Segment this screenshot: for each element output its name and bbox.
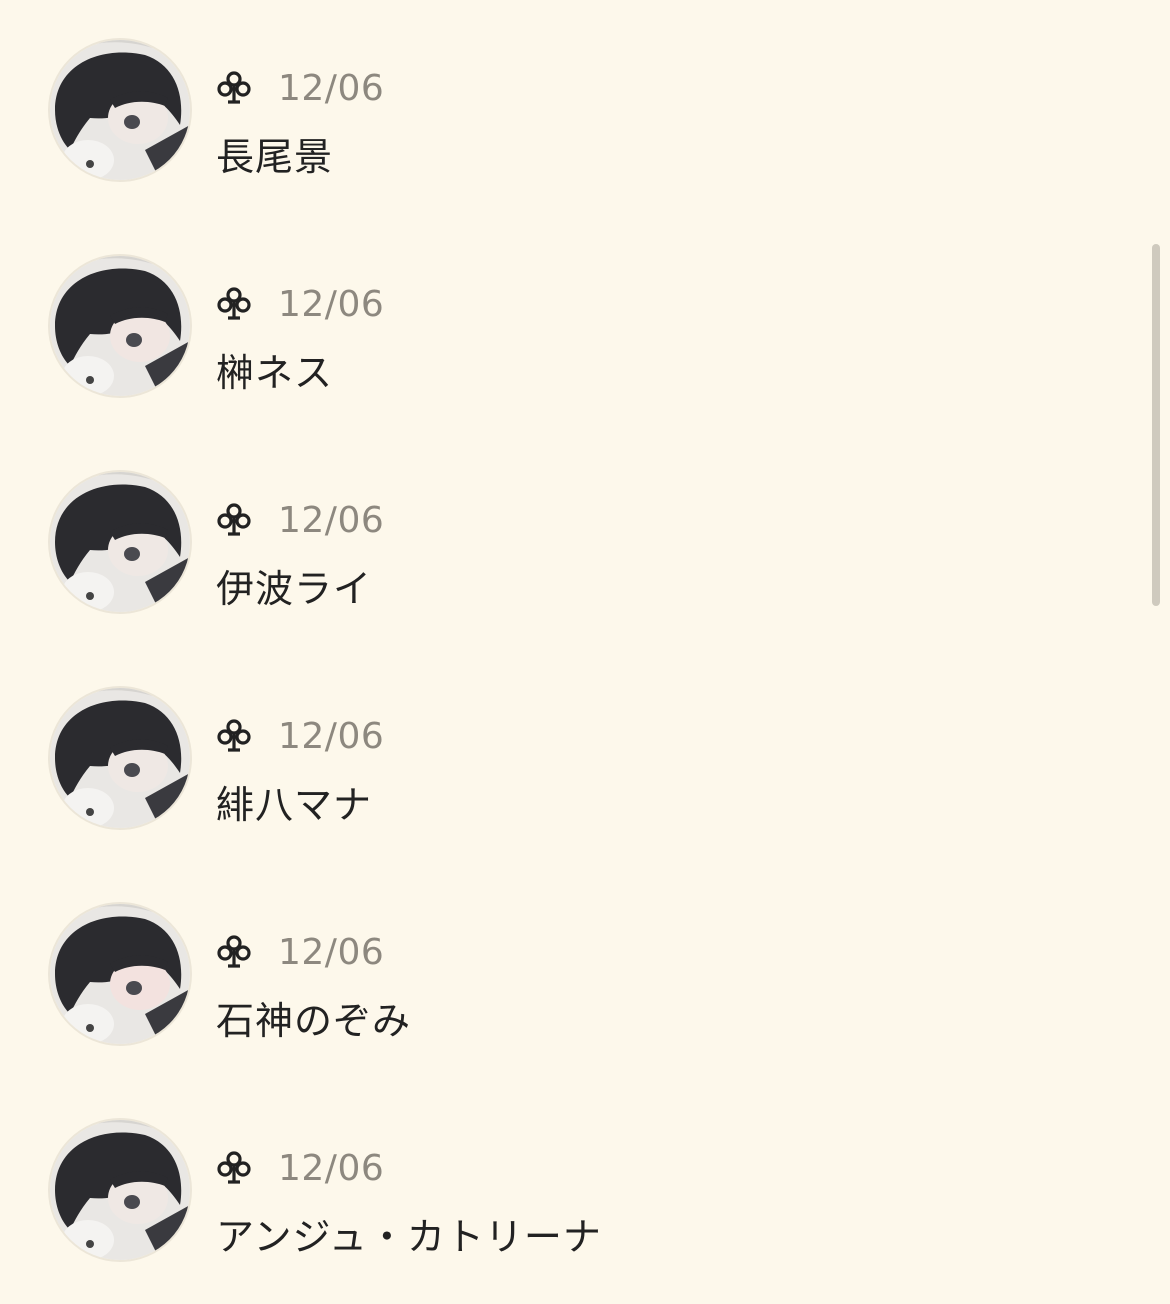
avatar-image	[50, 1120, 190, 1260]
entry-date: 12/06	[278, 931, 385, 973]
avatar-image	[50, 256, 190, 396]
avatar[interactable]	[50, 40, 190, 180]
avatar[interactable]	[50, 688, 190, 828]
entry-meta: 12/06	[216, 1147, 385, 1189]
entry-name: 長尾景	[216, 135, 334, 179]
entry-meta: 12/06	[216, 499, 385, 541]
entry-meta: 12/06	[216, 283, 385, 325]
entry-meta: 12/06	[216, 715, 385, 757]
list-item[interactable]: 12/06 石神のぞみ	[0, 904, 1140, 1084]
avatar-image	[50, 472, 190, 612]
entry-list: 12/06 長尾景 12/06 榊ネス 12/06 伊波ライ 12/06 緋八マ…	[0, 0, 1170, 1304]
entry-date: 12/06	[278, 67, 385, 109]
entry-name: 榊ネス	[216, 351, 334, 395]
avatar[interactable]	[50, 256, 190, 396]
entry-name: 緋八マナ	[216, 783, 373, 827]
club-icon	[217, 287, 251, 320]
entry-meta: 12/06	[216, 67, 385, 109]
avatar[interactable]	[50, 904, 190, 1044]
avatar[interactable]	[50, 1120, 190, 1260]
avatar-image	[50, 40, 190, 180]
entry-date: 12/06	[278, 499, 385, 541]
entry-name: 伊波ライ	[216, 567, 373, 611]
entry-name: 石神のぞみ	[216, 999, 412, 1043]
entry-meta: 12/06	[216, 931, 385, 973]
list-item[interactable]: 12/06 緋八マナ	[0, 688, 1140, 868]
scrollbar[interactable]	[1152, 244, 1160, 606]
entry-name: アンジュ・カトリーナ	[216, 1215, 602, 1259]
club-icon	[217, 503, 251, 536]
club-icon	[217, 719, 251, 752]
list-item[interactable]: 12/06 アンジュ・カトリーナ	[0, 1120, 1140, 1300]
avatar-image	[50, 688, 190, 828]
avatar-image	[50, 904, 190, 1044]
list-item[interactable]: 12/06 榊ネス	[0, 256, 1140, 436]
club-icon	[217, 935, 251, 968]
entry-date: 12/06	[278, 715, 385, 757]
club-icon	[217, 71, 251, 104]
entry-date: 12/06	[278, 1147, 385, 1189]
list-item[interactable]: 12/06 長尾景	[0, 40, 1140, 220]
entry-date: 12/06	[278, 283, 385, 325]
club-icon	[217, 1151, 251, 1184]
list-item[interactable]: 12/06 伊波ライ	[0, 472, 1140, 652]
avatar[interactable]	[50, 472, 190, 612]
